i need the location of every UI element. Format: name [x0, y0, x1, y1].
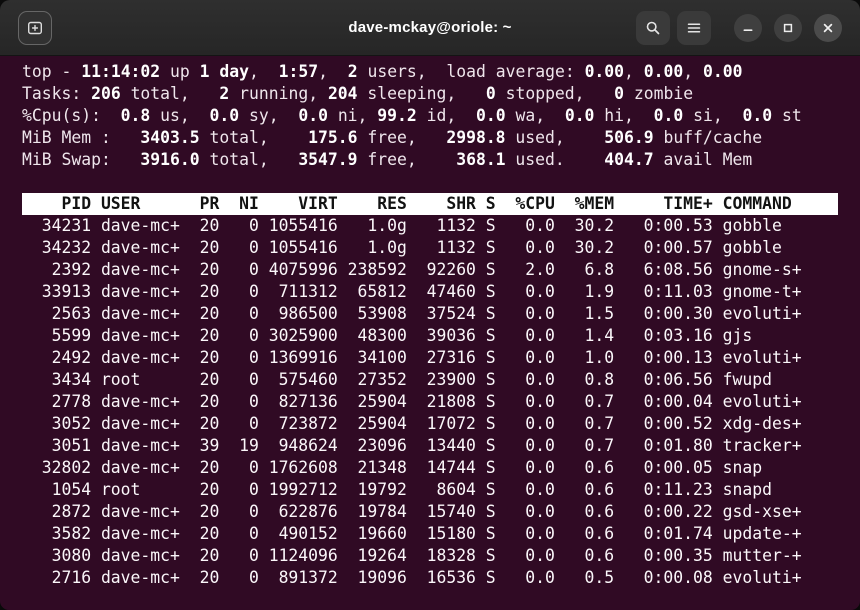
titlebar[interactable]: dave-mckay@oriole: ~	[0, 0, 860, 56]
process-row: 2563 dave-mc+ 20 0 986500 53908 37524 S …	[22, 303, 838, 325]
top-summary: top - 11:14:02 up 1 day, 1:57, 2 users, …	[22, 61, 838, 171]
summary-line: Tasks: 206 total, 2 running, 204 sleepin…	[22, 83, 838, 105]
summary-line: MiB Swap: 3916.0 total, 3547.9 free, 368…	[22, 149, 838, 171]
maximize-button[interactable]	[774, 14, 802, 42]
process-row: 3052 dave-mc+ 20 0 723872 25904 17072 S …	[22, 413, 838, 435]
search-button[interactable]	[636, 11, 670, 45]
summary-line: %Cpu(s): 0.8 us, 0.0 sy, 0.0 ni, 99.2 id…	[22, 105, 838, 127]
process-row: 2778 dave-mc+ 20 0 827136 25904 21808 S …	[22, 391, 838, 413]
process-row: 2872 dave-mc+ 20 0 622876 19784 15740 S …	[22, 501, 838, 523]
process-row: 2716 dave-mc+ 20 0 891372 19096 16536 S …	[22, 567, 838, 589]
process-row: 1054 root 20 0 1992712 19792 8604 S 0.0 …	[22, 479, 838, 501]
menu-icon	[686, 20, 702, 36]
summary-line: top - 11:14:02 up 1 day, 1:57, 2 users, …	[22, 61, 838, 83]
new-tab-icon	[27, 20, 43, 36]
process-row: 34231 dave-mc+ 20 0 1055416 1.0g 1132 S …	[22, 215, 838, 237]
process-row: 2392 dave-mc+ 20 0 4075996 238592 92260 …	[22, 259, 838, 281]
menu-button[interactable]	[677, 11, 711, 45]
process-row: 2492 dave-mc+ 20 0 1369916 34100 27316 S…	[22, 347, 838, 369]
terminal-screen[interactable]: top - 11:14:02 up 1 day, 1:57, 2 users, …	[0, 56, 860, 610]
process-row: 5599 dave-mc+ 20 0 3025900 48300 39036 S…	[22, 325, 838, 347]
process-row: 32802 dave-mc+ 20 0 1762608 21348 14744 …	[22, 457, 838, 479]
process-table: 34231 dave-mc+ 20 0 1055416 1.0g 1132 S …	[22, 215, 838, 589]
terminal-window: dave-mckay@oriole: ~	[0, 0, 860, 610]
summary-line: MiB Mem : 3403.5 total, 175.6 free, 2998…	[22, 127, 838, 149]
process-row: 34232 dave-mc+ 20 0 1055416 1.0g 1132 S …	[22, 237, 838, 259]
titlebar-actions	[636, 11, 842, 45]
process-table-header: PID USER PR NI VIRT RES SHR S %CPU %MEM …	[22, 193, 838, 215]
new-tab-button[interactable]	[18, 11, 52, 45]
maximize-icon	[780, 20, 796, 36]
close-icon	[820, 20, 836, 36]
process-row: 3080 dave-mc+ 20 0 1124096 19264 18328 S…	[22, 545, 838, 567]
minimize-icon	[740, 20, 756, 36]
process-row: 3582 dave-mc+ 20 0 490152 19660 15180 S …	[22, 523, 838, 545]
close-button[interactable]	[814, 14, 842, 42]
window-controls	[734, 14, 842, 42]
process-row: 3051 dave-mc+ 39 19 948624 23096 13440 S…	[22, 435, 838, 457]
minimize-button[interactable]	[734, 14, 762, 42]
process-row: 3434 root 20 0 575460 27352 23900 S 0.0 …	[22, 369, 838, 391]
process-row: 33913 dave-mc+ 20 0 711312 65812 47460 S…	[22, 281, 838, 303]
search-icon	[645, 20, 661, 36]
